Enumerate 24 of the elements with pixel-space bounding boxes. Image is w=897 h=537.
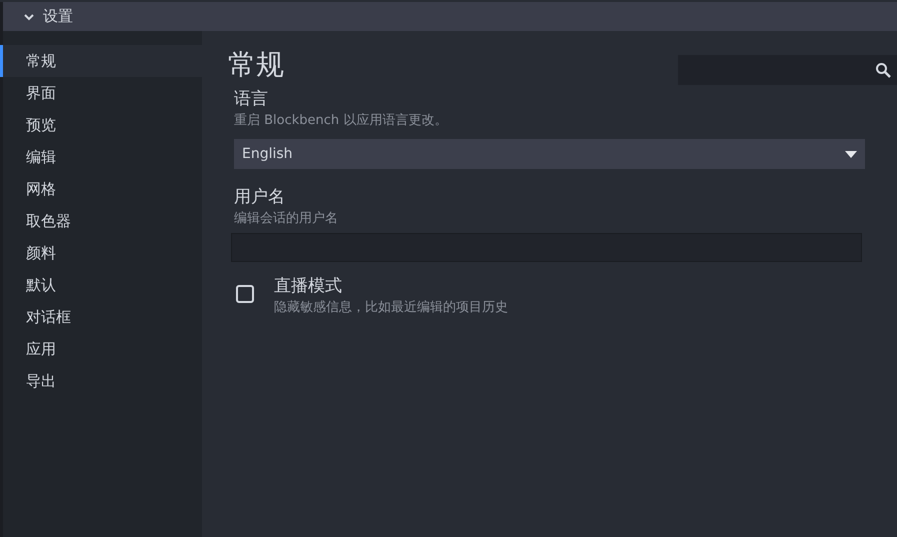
sidebar-item[interactable]: 常规 [0, 45, 202, 77]
sidebar-item[interactable]: 网格 [0, 173, 202, 205]
sidebar-item[interactable]: 预览 [0, 109, 202, 141]
checkbox[interactable] [236, 285, 254, 303]
sidebar-item[interactable]: 颜料 [0, 237, 202, 269]
sidebar-item[interactable]: 默认 [0, 269, 202, 301]
dropdown-caret-icon [845, 150, 857, 158]
search-field[interactable] [678, 55, 897, 85]
sidebar-item[interactable]: 编辑 [0, 141, 202, 173]
sidebar-item[interactable]: 界面 [0, 77, 202, 109]
setting-label: 直播模式 [274, 275, 343, 298]
sidebar-item[interactable]: 应用 [0, 333, 202, 365]
sidebar-item[interactable]: 导出 [0, 365, 202, 397]
setting-label: 用户名 [234, 186, 286, 209]
sidebar-item[interactable]: 对话框 [0, 301, 202, 333]
language-dropdown[interactable]: English [234, 139, 865, 169]
section-title: 常规 [228, 47, 284, 83]
setting-description: 隐藏敏感信息，比如最近编辑的项目历史 [274, 299, 508, 317]
search-icon [875, 62, 891, 78]
sidebar-item[interactable]: 取色器 [0, 205, 202, 237]
setting-label: 语言 [234, 88, 269, 111]
setting-description: 编辑会话的用户名 [234, 210, 339, 228]
dialog-title: 设置 [43, 7, 73, 26]
setting-description: 重启 Blockbench 以应用语言更改。 [234, 112, 448, 130]
